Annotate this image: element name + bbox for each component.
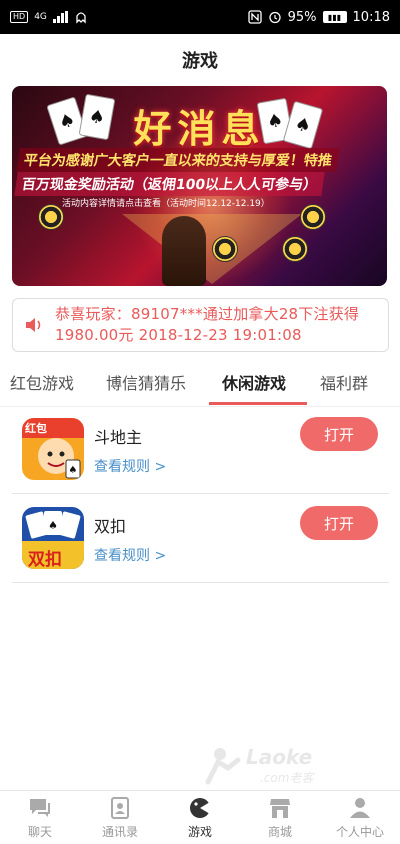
watermark-subtext: .com老客	[260, 771, 315, 785]
game-name: 双扣	[94, 517, 127, 536]
nav-profile[interactable]: 个人中心	[320, 791, 400, 844]
watermark-logo: Laoke .com老客	[198, 742, 348, 788]
game-row-doudizhu[interactable]: ♠ 红包 斗地主 查看规则 > 打开	[12, 406, 389, 494]
tab-casual-games[interactable]: 休闲游戏	[222, 370, 286, 394]
shop-icon	[270, 799, 290, 818]
notification-icon	[76, 12, 86, 24]
notice-text: 恭喜玩家：89107***通过加拿大28下注获得1980.00元 2018-12…	[55, 305, 360, 344]
poker-chip-icon	[300, 204, 326, 230]
game-icon-badge: 双扣	[28, 550, 62, 569]
alarm-icon	[268, 11, 281, 24]
open-game-button[interactable]: 打开	[300, 506, 378, 540]
nav-label: 商城	[267, 825, 292, 839]
hd-badge: HD	[10, 11, 29, 23]
shuangkou-game-icon: ♠ 双扣	[22, 507, 84, 569]
watermark-text: Laoke	[246, 745, 312, 769]
svg-text:♠: ♠	[48, 519, 58, 532]
poker-chip-icon	[282, 236, 308, 262]
game-icon	[190, 798, 210, 818]
game-row-shuangkou[interactable]: ♠ 双扣 双扣 查看规则 > 打开	[12, 495, 389, 583]
game-name: 斗地主	[94, 428, 143, 447]
view-rules-link[interactable]: 查看规则 >	[94, 456, 166, 476]
banner-line2: 百万现金奖励活动（返佣100以上人人可参与）	[14, 172, 325, 196]
banner-note: 活动内容详情请点击查看（活动时间12.12-12.19）	[62, 199, 270, 209]
banner-line1: 平台为感谢广大客户一直以来的支持与厚爱！特推	[16, 148, 340, 172]
tab-red-packet-games[interactable]: 红包游戏	[10, 370, 74, 394]
tab-welfare-group[interactable]: 福利群	[320, 370, 368, 394]
nav-label: 游戏	[187, 825, 212, 839]
bottom-navigation: 聊天 通讯录 游戏 商城 个人中心	[0, 790, 400, 844]
poker-chip-icon	[38, 204, 64, 230]
active-tab-indicator	[209, 402, 307, 405]
nav-label: 个人中心	[335, 825, 384, 839]
winner-notice: 恭喜玩家：89107***通过加拿大28下注获得1980.00元 2018-12…	[12, 298, 389, 352]
nav-contacts[interactable]: 通讯录	[80, 791, 160, 844]
status-bar: HD 4G 95% ▮▮▮ 10:18	[0, 0, 400, 34]
speaker-icon	[26, 318, 41, 332]
nfc-icon	[247, 10, 262, 24]
banner-title: 好消息	[133, 107, 266, 151]
page-title: 游戏	[182, 51, 218, 72]
profile-icon	[350, 798, 370, 818]
contacts-icon	[111, 797, 129, 819]
game-icon-badge: 红包	[25, 422, 47, 435]
signal-icon	[52, 11, 68, 23]
battery-percent: 95%	[287, 9, 317, 25]
nav-chat[interactable]: 聊天	[0, 791, 80, 844]
category-tabs: 红包游戏 博信猜猜乐 休闲游戏 福利群	[0, 362, 400, 406]
nav-label: 通讯录	[101, 825, 138, 839]
open-game-button[interactable]: 打开	[300, 417, 378, 451]
chat-icon	[30, 799, 50, 817]
nav-games[interactable]: 游戏	[160, 791, 240, 844]
poker-chip-icon	[212, 236, 238, 262]
battery-icon: ▮▮▮	[322, 11, 347, 23]
clock: 10:18	[352, 9, 390, 25]
network-badge: 4G	[34, 12, 47, 22]
nav-label: 聊天	[27, 825, 52, 839]
view-rules-link[interactable]: 查看规则 >	[94, 545, 166, 565]
dealer-figure	[162, 216, 206, 286]
svg-text:♠: ♠	[69, 465, 78, 476]
tab-boxin-guess[interactable]: 博信猜猜乐	[106, 370, 186, 394]
nav-shop[interactable]: 商城	[240, 791, 320, 844]
promo-banner[interactable]: ♠ ♠ ♠ ♠ 好消息 平台为感谢广大客户一直以来的支持与厚爱！特推 百万现金奖…	[12, 86, 387, 286]
doudizhu-game-icon: ♠ 红包	[22, 418, 84, 480]
